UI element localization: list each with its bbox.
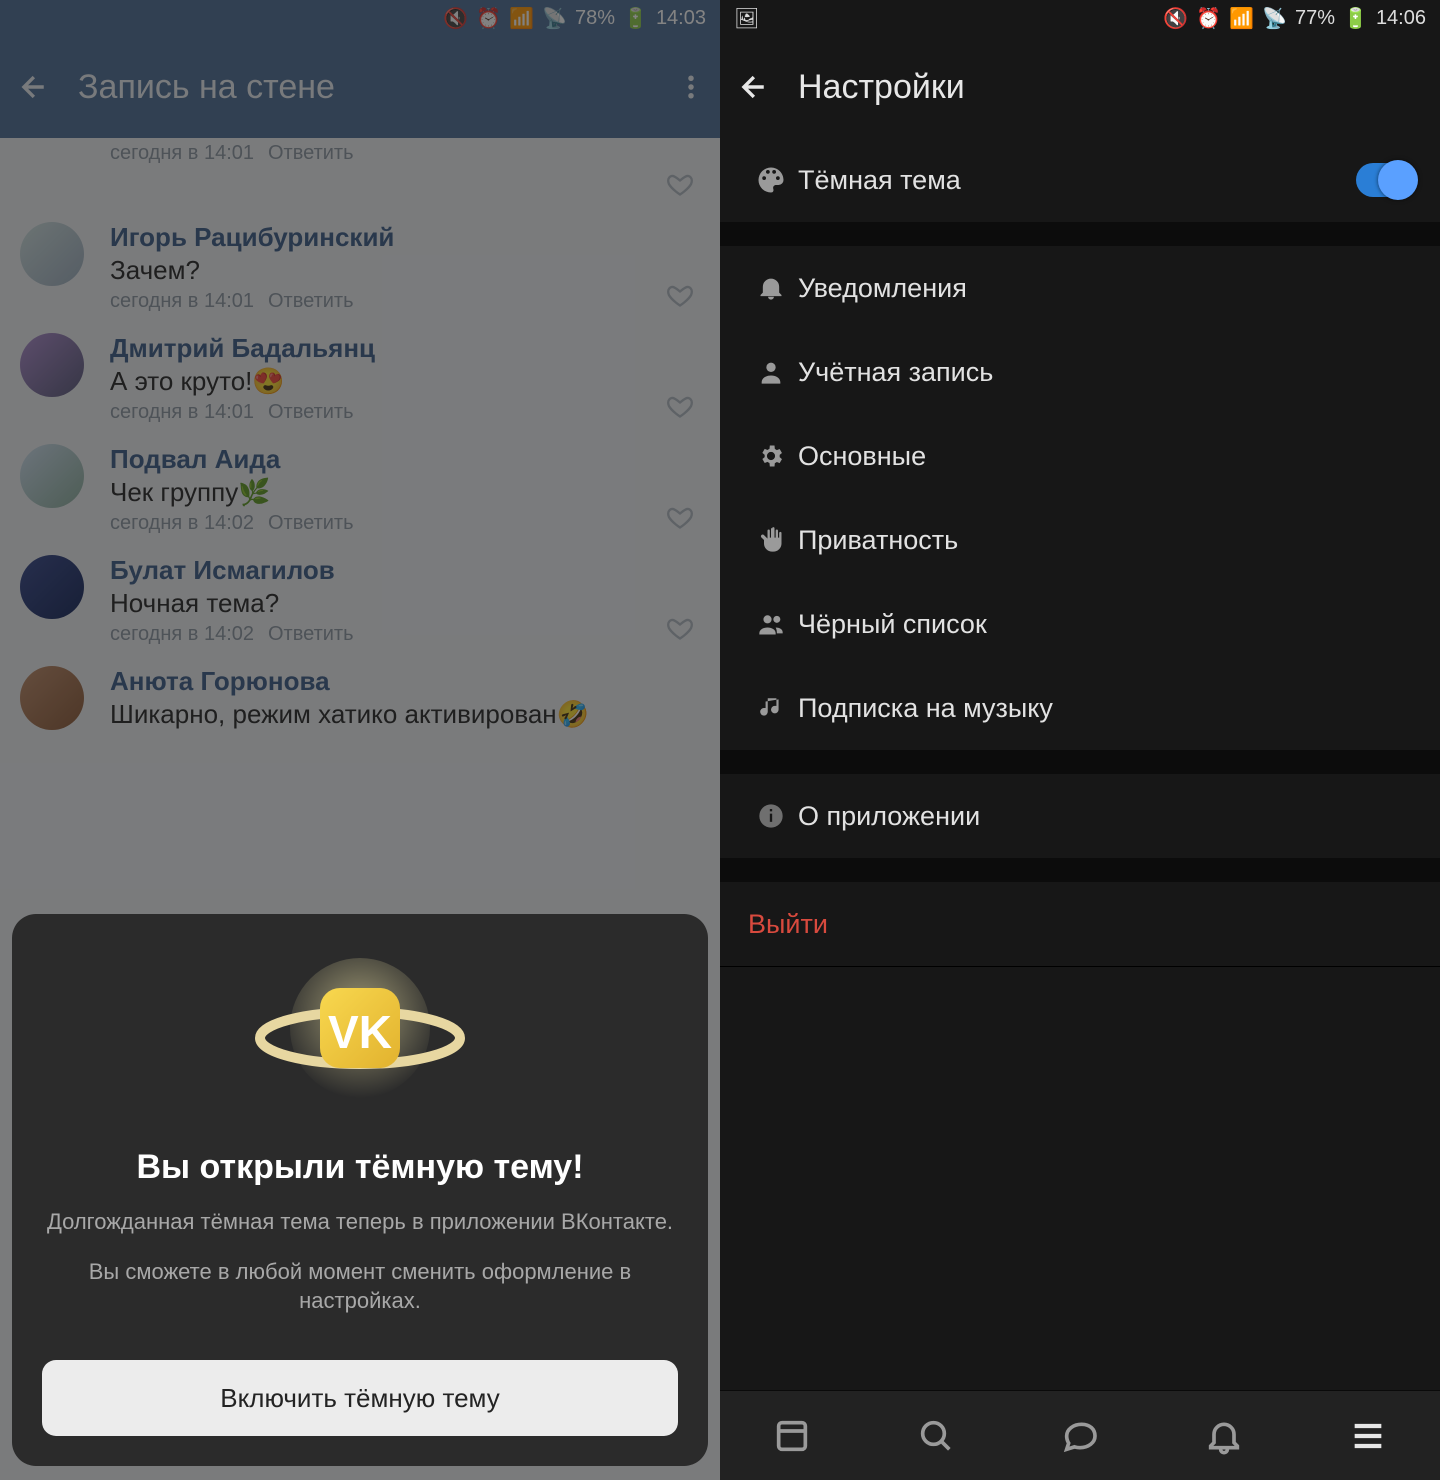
battery-icon: 🔋 (1343, 6, 1368, 31)
modal-text-1: Долгожданная тёмная тема теперь в прилож… (42, 1207, 678, 1237)
section-divider (720, 966, 1440, 967)
section-divider (720, 858, 1440, 882)
settings-label: Тёмная тема (798, 165, 1356, 196)
settings-row-account[interactable]: Учётная запись (720, 330, 1440, 414)
nav-notifications[interactable] (1204, 1416, 1244, 1456)
status-bar: 🖼 🔇 ⏰ 📶 📡 77% 🔋 14:06 (720, 0, 1440, 36)
status-time: 14:06 (1376, 7, 1426, 30)
bell-icon (744, 274, 798, 302)
settings-label: Уведомления (798, 273, 1416, 304)
dark-theme-toggle[interactable] (1356, 163, 1416, 197)
section-divider (720, 222, 1440, 246)
screenshot-icon: 🖼 (734, 6, 759, 31)
alarm-icon: ⏰ (1196, 6, 1221, 31)
settings-row-notifications[interactable]: Уведомления (720, 246, 1440, 330)
section-divider (720, 750, 1440, 774)
modal-title: Вы открыли тёмную тему! (42, 1148, 678, 1187)
palette-icon (744, 165, 798, 195)
settings-row-privacy[interactable]: Приватность (720, 498, 1440, 582)
settings-label: Приватность (798, 525, 1416, 556)
modal-text-2: Вы сможете в любой момент сменить оформл… (42, 1257, 678, 1316)
settings-row-music[interactable]: Подписка на музыку (720, 666, 1440, 750)
back-button[interactable] (734, 70, 768, 104)
app-header: Настройки (720, 36, 1440, 138)
settings-label: О приложении (798, 801, 1416, 832)
svg-text:VK: VK (328, 1006, 392, 1058)
page-title: Настройки (798, 68, 1426, 107)
enable-dark-theme-button[interactable]: Включить тёмную тему (42, 1360, 678, 1436)
music-icon (744, 695, 798, 721)
right-pane: 🖼 🔇 ⏰ 📶 📡 77% 🔋 14:06 Настройки Тёмная т… (720, 0, 1440, 1480)
left-pane: 🔇 ⏰ 📶 📡 78% 🔋 14:03 Запись на стене сего… (0, 0, 720, 1480)
group-icon (744, 610, 798, 638)
settings-label: Чёрный список (798, 609, 1416, 640)
wifi-icon: 📶 (1229, 6, 1254, 31)
settings-label: Учётная запись (798, 357, 1416, 388)
user-icon (744, 358, 798, 386)
nav-feed[interactable] (772, 1416, 812, 1456)
logout-label: Выйти (744, 909, 1416, 940)
dark-theme-modal: VK Вы открыли тёмную тему! Долгожданная … (12, 914, 708, 1466)
bottom-nav (720, 1390, 1440, 1480)
settings-row-about[interactable]: О приложении (720, 774, 1440, 858)
settings-row-logout[interactable]: Выйти (720, 882, 1440, 966)
button-label: Включить тёмную тему (220, 1383, 499, 1414)
gear-icon (744, 442, 798, 470)
vibrate-off-icon: 🔇 (1163, 6, 1188, 31)
nav-search[interactable] (916, 1416, 956, 1456)
nav-messages[interactable] (1060, 1416, 1100, 1456)
info-icon (744, 802, 798, 830)
nav-menu[interactable] (1348, 1416, 1388, 1456)
settings-row-general[interactable]: Основные (720, 414, 1440, 498)
battery-percent: 77% (1295, 7, 1335, 30)
vk-planet-icon: VK (42, 958, 678, 1108)
signal-icon: 📡 (1262, 6, 1287, 31)
settings-row-blacklist[interactable]: Чёрный список (720, 582, 1440, 666)
settings-label: Основные (798, 441, 1416, 472)
settings-row-dark-theme[interactable]: Тёмная тема (720, 138, 1440, 222)
settings-label: Подписка на музыку (798, 693, 1416, 724)
hand-icon (744, 526, 798, 554)
